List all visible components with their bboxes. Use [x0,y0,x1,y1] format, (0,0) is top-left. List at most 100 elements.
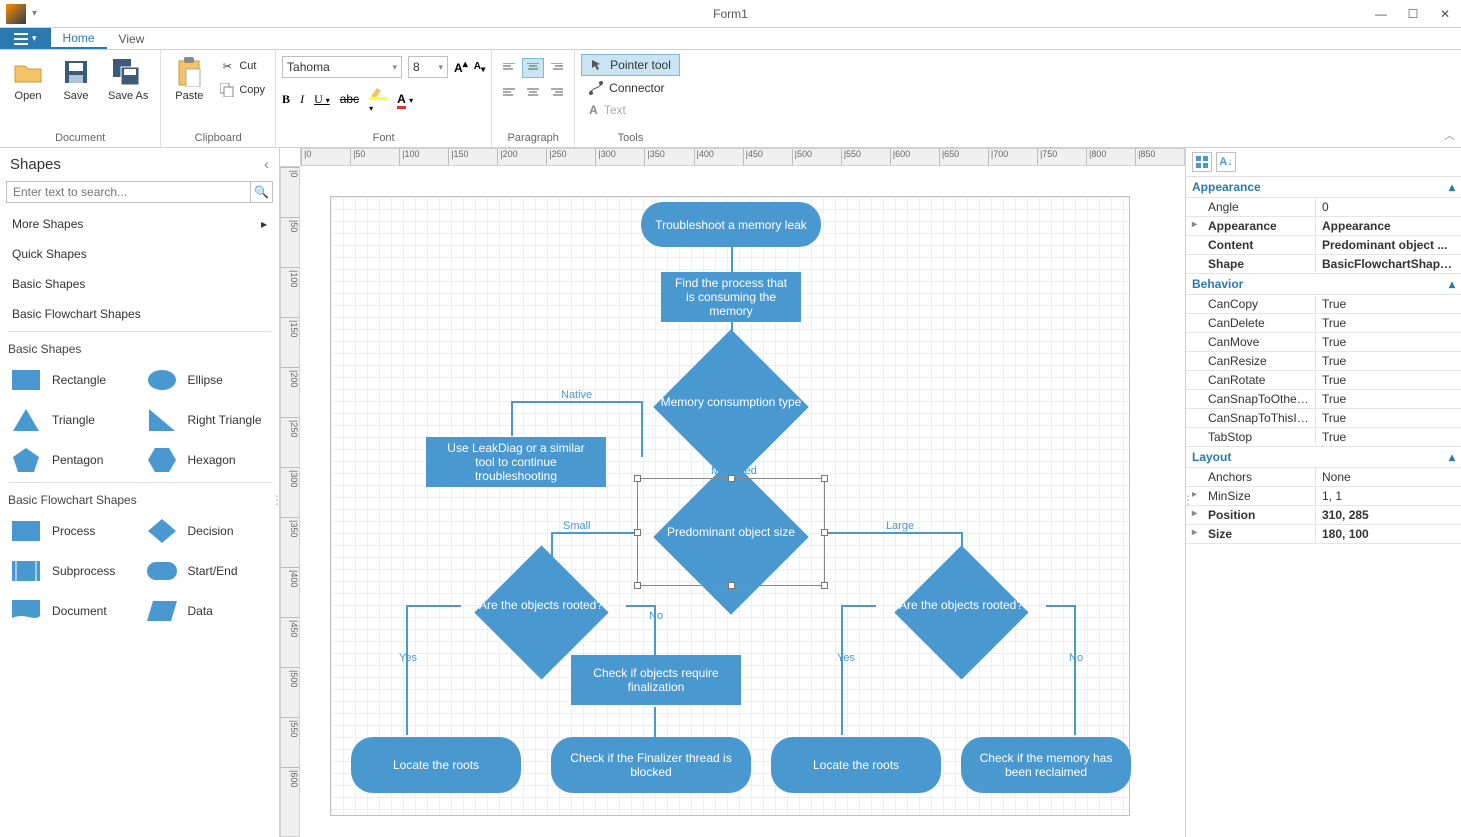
saveas-button[interactable]: Save As [102,52,154,106]
open-button[interactable]: Open [6,52,50,106]
align-top-right-button[interactable] [546,58,568,78]
connector[interactable] [551,532,641,534]
copy-button[interactable]: Copy [215,80,269,100]
prop-row[interactable]: AppearanceAppearance [1186,217,1461,236]
file-tab[interactable]: ▾ [0,28,51,49]
bold-button[interactable]: B [282,92,290,107]
node-start[interactable]: Troubleshoot a memory leak [641,202,821,247]
prop-row[interactable]: ShapeBasicFlowchartShape... [1186,255,1461,274]
prop-row[interactable]: Size180, 100 [1186,525,1461,544]
shape-document[interactable]: Document [4,591,140,631]
prop-row[interactable]: AnchorsNone [1186,468,1461,487]
prop-row[interactable]: Angle0 [1186,198,1461,217]
search-go-button[interactable]: 🔍 [251,181,273,203]
diagram-page[interactable]: Native Managed Small Large Yes No Yes No… [330,196,1130,816]
prop-row[interactable]: TabStopTrue [1186,428,1461,447]
nav-flowchart-shapes[interactable]: Basic Flowchart Shapes [0,299,279,329]
node-process[interactable]: Find the process that is consuming the m… [661,272,801,322]
underline-button[interactable]: U ▾ [314,92,330,107]
shape-hexagon[interactable]: Hexagon [140,440,276,480]
connector[interactable] [511,401,513,436]
shape-data[interactable]: Data [140,591,276,631]
italic-button[interactable]: I [300,92,304,107]
shapes-collapse-button[interactable]: ‹ [264,156,269,173]
nav-quick-shapes[interactable]: Quick Shapes [0,239,279,269]
maximize-button[interactable]: ☐ [1397,0,1429,28]
connector-label: No [1069,652,1083,664]
minimize-button[interactable]: — [1365,0,1397,28]
nav-basic-shapes[interactable]: Basic Shapes [0,269,279,299]
shape-process[interactable]: Process [4,511,140,551]
strike-button[interactable]: abc [340,92,359,106]
close-button[interactable]: ✕ [1429,0,1461,28]
shape-subprocess[interactable]: Subprocess [4,551,140,591]
align-top-center-button[interactable] [522,58,544,78]
prop-row[interactable]: CanSnapToThisItemTrue [1186,409,1461,428]
prop-row[interactable]: CanRotateTrue [1186,371,1461,390]
connector[interactable] [841,605,843,735]
prop-row[interactable]: CanMoveTrue [1186,333,1461,352]
paste-button[interactable]: Paste [167,52,211,106]
connector[interactable] [1074,605,1076,735]
prop-row[interactable]: CanCopyTrue [1186,295,1461,314]
shape-startend[interactable]: Start/End [140,551,276,591]
node-terminator[interactable]: Check if the memory has been reclaimed [961,737,1131,793]
ribbon-collapse-button[interactable]: ︿ [1444,127,1455,143]
node-terminator[interactable]: Locate the roots [351,737,521,793]
text-tool-button[interactable]: A Text [581,100,634,120]
font-color-button[interactable]: A ▾ [397,92,413,106]
prop-cat-behavior[interactable]: Behavior▴ [1186,274,1461,295]
shape-rectangle[interactable]: Rectangle [4,360,140,400]
align-mid-right-button[interactable] [546,82,568,102]
prop-sort-button[interactable]: A↓ [1216,152,1236,172]
nav-more-shapes[interactable]: More Shapes▸ [0,209,279,239]
shape-decision[interactable]: Decision [140,511,276,551]
prop-row[interactable]: CanResizeTrue [1186,352,1461,371]
pointer-tool-button[interactable]: Pointer tool [581,54,680,76]
align-mid-center-button[interactable] [522,82,544,102]
node-process[interactable]: Use LeakDiag or a similar tool to contin… [426,437,606,487]
connector-tool-button[interactable]: Connector [581,78,672,98]
align-mid-left-button[interactable] [498,82,520,102]
prop-cat-layout[interactable]: Layout▴ [1186,447,1461,468]
cut-button[interactable]: ✂Cut [215,56,269,76]
shapes-panel: Shapes ‹ 🔍 More Shapes▸ Quick Shapes Bas… [0,148,280,837]
shape-pentagon[interactable]: Pentagon [4,440,140,480]
connector[interactable] [731,247,733,272]
prop-categorize-button[interactable] [1192,152,1212,172]
shapes-search-input[interactable] [6,181,251,203]
connector[interactable] [406,605,408,735]
tab-home[interactable]: Home [51,28,107,49]
connector[interactable] [511,401,643,403]
canvas[interactable]: Native Managed Small Large Yes No Yes No… [300,166,1185,837]
node-process[interactable]: Check if objects require finalization [571,655,741,705]
node-decision[interactable]: Are the objects rooted? [451,565,631,645]
group-label-clipboard: Clipboard [167,130,269,147]
node-decision[interactable]: Memory consumption type [641,352,821,452]
shape-right-triangle[interactable]: Right Triangle [140,400,276,440]
grow-font-button[interactable]: A▴ [454,59,468,75]
prop-cat-appearance[interactable]: Appearance▴ [1186,177,1461,198]
prop-row[interactable]: MinSize1, 1 [1186,487,1461,506]
prop-row[interactable]: Position310, 285 [1186,506,1461,525]
shape-ellipse[interactable]: Ellipse [140,360,276,400]
node-terminator[interactable]: Check if the Finalizer thread is blocked [551,737,751,793]
shape-triangle[interactable]: Triangle [4,400,140,440]
connector-label: Yes [399,652,417,664]
qat-dropdown-icon[interactable]: ▾ [32,8,37,19]
font-size-select[interactable]: 8 [408,56,448,78]
font-family-select[interactable]: Tahoma [282,56,402,78]
save-button[interactable]: Save [54,52,98,106]
ribbon: Open Save Save As Document Paste ✂Cut Co… [0,50,1461,148]
prop-row[interactable]: CanDeleteTrue [1186,314,1461,333]
prop-row[interactable]: ContentPredominant object ... [1186,236,1461,255]
shrink-font-button[interactable]: A▾ [474,61,485,74]
node-terminator[interactable]: Locate the roots [771,737,941,793]
prop-row[interactable]: CanSnapToOtherItemsTrue [1186,390,1461,409]
tab-view[interactable]: View [107,28,157,49]
connector[interactable] [821,532,961,534]
connector[interactable] [654,707,656,737]
align-top-left-button[interactable] [498,58,520,78]
highlight-button[interactable]: ▾ [369,84,387,114]
node-decision[interactable]: Are the objects rooted? [871,565,1051,645]
